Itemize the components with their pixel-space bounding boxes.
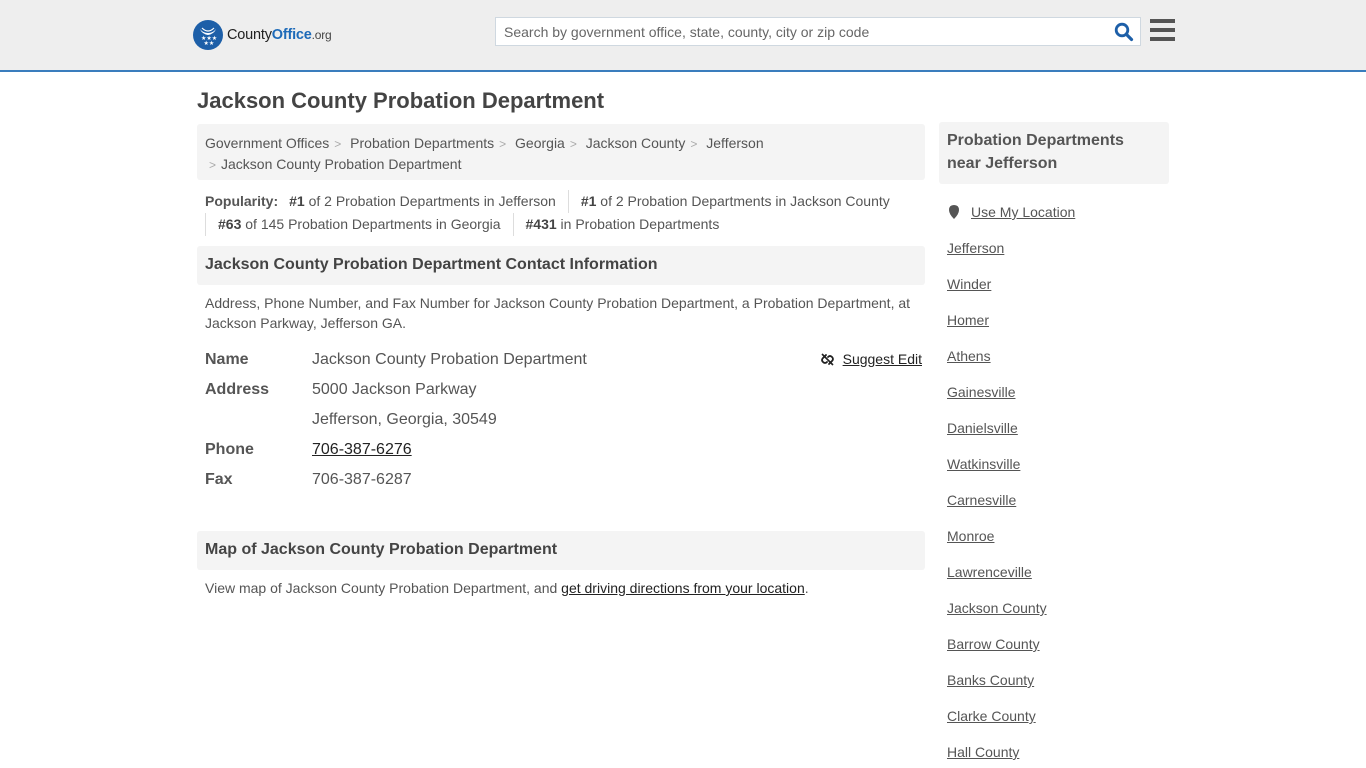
- fax-row: Fax 706-387-6287: [205, 465, 917, 495]
- hamburger-menu-icon[interactable]: [1150, 19, 1175, 41]
- sidebar-item-lawrenceville[interactable]: Lawrenceville: [947, 546, 1161, 582]
- sidebar-link[interactable]: Winder: [947, 276, 991, 292]
- sidebar-link[interactable]: Lawrenceville: [947, 564, 1032, 580]
- search-input[interactable]: [496, 18, 1106, 45]
- sidebar-link[interactable]: Barrow County: [947, 636, 1040, 652]
- site-logo[interactable]: ★★★ ★★ CountyOffice.org: [193, 20, 332, 50]
- sidebar-item-carnesville[interactable]: Carnesville: [947, 474, 1161, 510]
- popularity-item: #431 in Probation Departments: [512, 213, 732, 236]
- eagle-stars-logo-icon: ★★★ ★★: [193, 20, 223, 50]
- breadcrumb-probation-departments[interactable]: Probation Departments: [350, 135, 494, 151]
- breadcrumb-jackson-county[interactable]: Jackson County: [586, 135, 686, 151]
- breadcrumb-jefferson[interactable]: Jefferson: [706, 135, 763, 151]
- sidebar-link[interactable]: Banks County: [947, 672, 1034, 688]
- driving-directions-link[interactable]: get driving directions from your locatio…: [561, 580, 805, 596]
- phone-link[interactable]: 706-387-6276: [312, 441, 412, 458]
- breadcrumb-georgia[interactable]: Georgia: [515, 135, 565, 151]
- breadcrumb-separator: >: [690, 137, 698, 151]
- page-title: Jackson County Probation Department: [197, 88, 605, 113]
- sidebar-item-jefferson[interactable]: Jefferson: [947, 222, 1161, 258]
- map-heading: Map of Jackson County Probation Departme…: [197, 531, 925, 570]
- sidebar-item-monroe[interactable]: Monroe: [947, 510, 1161, 546]
- sidebar-item-homer[interactable]: Homer: [947, 294, 1161, 330]
- svg-text:★★: ★★: [204, 40, 215, 46]
- nearby-sidebar: Probation Departments near Jefferson Use…: [939, 122, 1169, 762]
- use-my-location[interactable]: Use My Location: [947, 202, 1161, 222]
- main-content: Government Offices > Probation Department…: [197, 124, 925, 596]
- sidebar-link[interactable]: Clarke County: [947, 708, 1036, 724]
- sidebar-link[interactable]: Danielsville: [947, 420, 1018, 436]
- contact-details: Suggest Edit Name Jackson County Probati…: [197, 345, 925, 495]
- address-line1: 5000 Jackson Parkway: [312, 381, 477, 398]
- sidebar-item-watkinsville[interactable]: Watkinsville: [947, 438, 1161, 474]
- name-row: Name Jackson County Probation Department: [205, 345, 917, 375]
- breadcrumb-government-offices[interactable]: Government Offices: [205, 135, 329, 151]
- sidebar-item-hall-county[interactable]: Hall County: [947, 726, 1161, 762]
- suggest-edit-link[interactable]: Suggest Edit: [820, 351, 922, 367]
- map-pin-icon: [949, 205, 959, 219]
- popularity-item: #1 of 2 Probation Departments in Jeffers…: [289, 193, 556, 209]
- address-line2: Jefferson, Georgia, 30549: [312, 411, 497, 428]
- popularity-rankings: Popularity: #1 of 2 Probation Department…: [197, 180, 925, 236]
- sidebar-link[interactable]: Hall County: [947, 744, 1019, 760]
- sidebar-link[interactable]: Watkinsville: [947, 456, 1020, 472]
- fax-value: 706-387-6287: [312, 471, 412, 488]
- popularity-item: #63 of 145 Probation Departments in Geor…: [205, 213, 513, 236]
- sidebar-link[interactable]: Gainesville: [947, 384, 1015, 400]
- breadcrumb-current: Jackson County Probation Department: [221, 156, 462, 172]
- sidebar-item-danielsville[interactable]: Danielsville: [947, 402, 1161, 438]
- logo-wordmark: CountyOffice.org: [227, 27, 332, 43]
- phone-row: Phone 706-387-6276: [205, 435, 917, 465]
- search-icon[interactable]: [1114, 22, 1134, 42]
- breadcrumb-separator: >: [209, 158, 217, 172]
- phone-label: Phone: [205, 441, 254, 458]
- address-row: Address 5000 Jackson Parkway: [205, 375, 917, 405]
- breadcrumb: Government Offices > Probation Department…: [197, 124, 925, 180]
- sidebar-link[interactable]: Homer: [947, 312, 989, 328]
- breadcrumb-separator: >: [569, 137, 577, 151]
- broken-link-icon: [820, 352, 834, 366]
- site-header: ★★★ ★★ CountyOffice.org: [0, 0, 1366, 72]
- name-value: Jackson County Probation Department: [312, 351, 587, 368]
- sidebar-item-banks-county[interactable]: Banks County: [947, 654, 1161, 690]
- use-my-location-link[interactable]: Use My Location: [971, 204, 1075, 220]
- sidebar-heading: Probation Departments near Jefferson: [939, 122, 1169, 184]
- sidebar-link[interactable]: Carnesville: [947, 492, 1016, 508]
- popularity-label: Popularity:: [205, 193, 279, 209]
- name-label: Name: [205, 351, 249, 368]
- search-box: [495, 17, 1141, 46]
- sidebar-link[interactable]: Jackson County: [947, 600, 1047, 616]
- sidebar-link[interactable]: Athens: [947, 348, 991, 364]
- sidebar-item-clarke-county[interactable]: Clarke County: [947, 690, 1161, 726]
- sidebar-item-barrow-county[interactable]: Barrow County: [947, 618, 1161, 654]
- breadcrumb-separator: >: [334, 137, 342, 151]
- contact-description: Address, Phone Number, and Fax Number fo…: [205, 295, 911, 331]
- sidebar-link[interactable]: Monroe: [947, 528, 994, 544]
- breadcrumb-separator: >: [499, 137, 507, 151]
- sidebar-link[interactable]: Jefferson: [947, 240, 1004, 256]
- contact-info-heading: Jackson County Probation Department Cont…: [197, 246, 925, 285]
- address-row-2: Jefferson, Georgia, 30549: [205, 405, 917, 435]
- address-label: Address: [205, 381, 270, 398]
- map-description: View map of Jackson County Probation Dep…: [205, 580, 809, 596]
- popularity-item: #1 of 2 Probation Departments in Jackson…: [567, 190, 902, 213]
- sidebar-item-winder[interactable]: Winder: [947, 258, 1161, 294]
- fax-label: Fax: [205, 471, 233, 488]
- sidebar-item-jackson-county[interactable]: Jackson County: [947, 582, 1161, 618]
- sidebar-item-athens[interactable]: Athens: [947, 330, 1161, 366]
- sidebar-item-gainesville[interactable]: Gainesville: [947, 366, 1161, 402]
